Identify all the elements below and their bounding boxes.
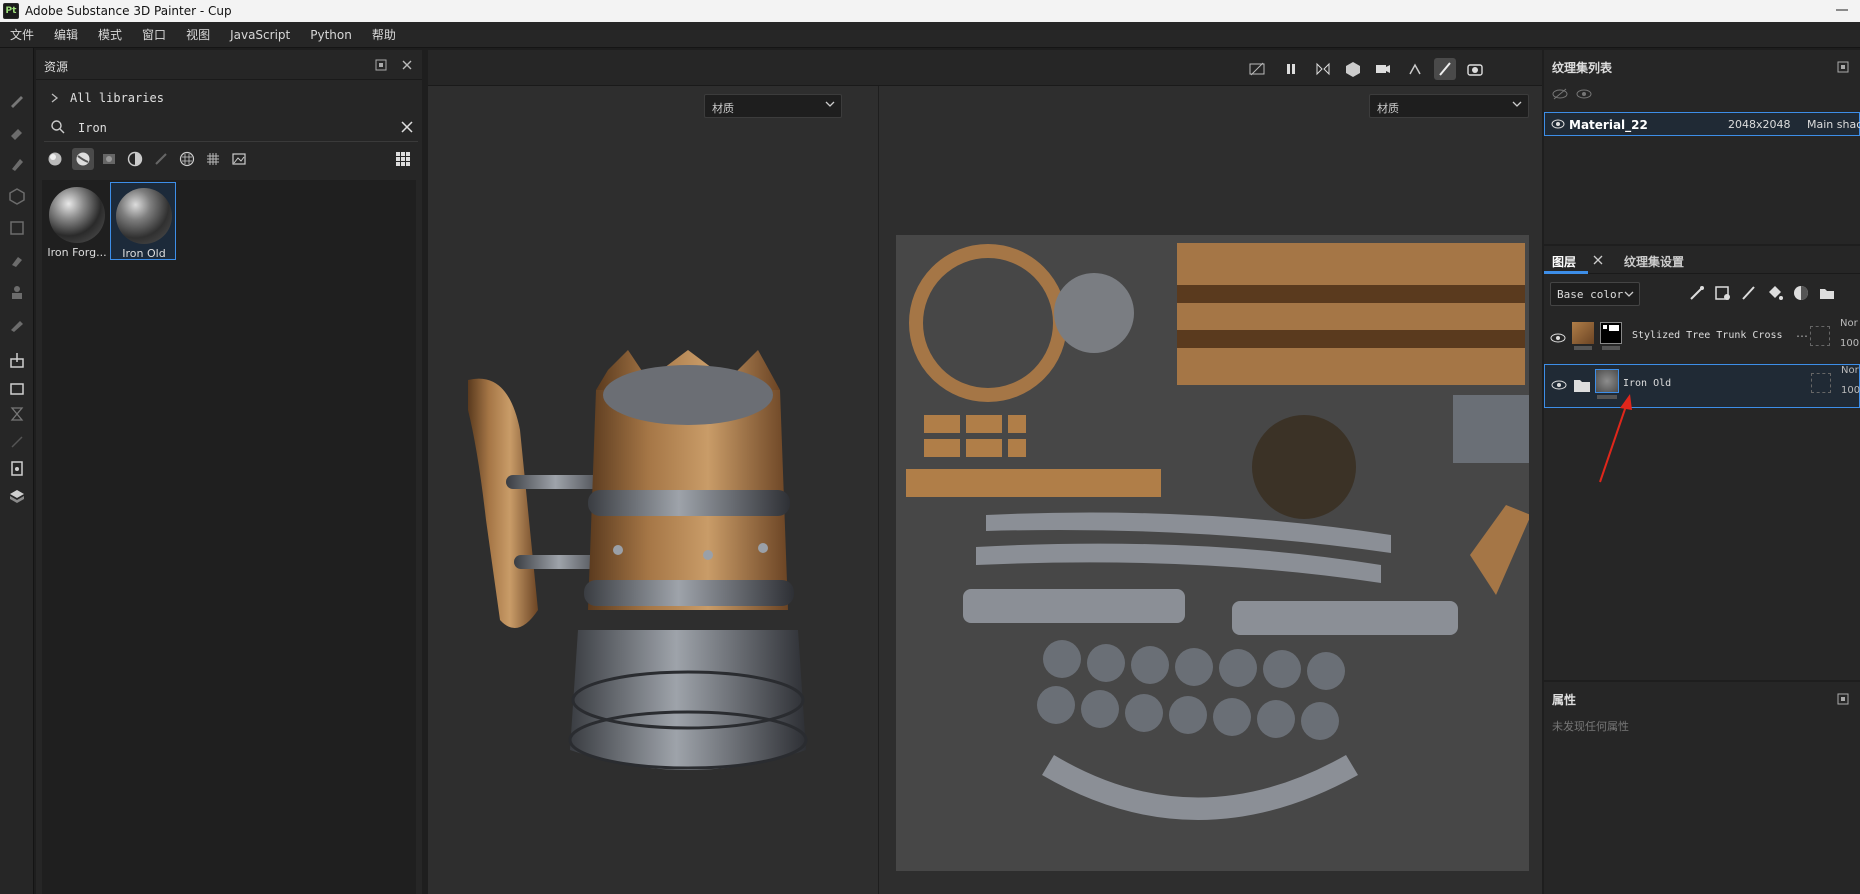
tool-bar <box>0 48 34 894</box>
geometry-fill-icon[interactable] <box>7 186 27 206</box>
menu-mode[interactable]: 模式 <box>88 26 132 43</box>
asset-label: Iron Forg... <box>47 246 107 259</box>
symmetry-icon[interactable] <box>1312 58 1334 80</box>
bake-light-icon[interactable] <box>1404 58 1426 80</box>
title-bar: Pt Adobe Substance 3D Painter - Cup <box>0 0 1860 22</box>
properties-title: 属性 <box>1552 693 1577 707</box>
filter-masks-icon[interactable] <box>98 148 120 170</box>
display-cube-icon[interactable] <box>1342 58 1364 80</box>
menu-javascript[interactable]: JavaScript <box>220 28 300 42</box>
clone-icon[interactable] <box>7 250 27 270</box>
asset-thumbnail <box>49 187 105 243</box>
dropdown-value: 材质 <box>1377 102 1399 115</box>
search-bar <box>44 114 418 142</box>
projection-icon[interactable] <box>7 154 27 174</box>
dropdown-value: 材质 <box>712 102 734 115</box>
uv-texture-map <box>896 235 1535 871</box>
layers-panel: 图层 纹理集设置 Base color Stylized Tree Trunk … <box>1544 246 1860 680</box>
eraser-icon[interactable] <box>7 122 27 142</box>
menu-window[interactable]: 窗口 <box>132 26 176 43</box>
texture-set-name: Material_22 <box>1569 118 1648 132</box>
menu-file[interactable]: 文件 <box>0 26 44 43</box>
cube-icon[interactable] <box>7 486 27 506</box>
close-icon[interactable] <box>400 58 414 75</box>
texture-set-size: 2048x2048 <box>1728 118 1791 131</box>
library-selector[interactable]: All libraries <box>36 82 422 114</box>
menu-bar: 文件 编辑 模式 窗口 视图 JavaScript Python 帮助 <box>0 22 1860 48</box>
filter-environments-icon[interactable] <box>228 148 250 170</box>
grid-view-icon[interactable] <box>392 148 414 170</box>
properties-panel: 属性 未发现任何属性 <box>1544 682 1860 894</box>
smudge-icon[interactable] <box>7 218 27 238</box>
paint-mode-icon[interactable] <box>1434 58 1456 80</box>
minimize-icon[interactable] <box>1832 2 1852 18</box>
search-icon <box>50 119 66 138</box>
asset-item[interactable]: Iron Forg... <box>44 182 110 260</box>
window-title: Adobe Substance 3D Painter - Cup <box>25 4 232 18</box>
chevron-down-icon <box>825 99 835 112</box>
assets-panel: 资源 All libraries Iron Forg... Iron Old <box>36 50 422 894</box>
asset-label: Iron Old <box>122 247 166 260</box>
undock-icon[interactable] <box>1836 692 1850 709</box>
document-icon[interactable] <box>7 458 27 478</box>
pause-icon[interactable] <box>1280 58 1302 80</box>
link-icon[interactable] <box>7 432 27 452</box>
bake-icon[interactable] <box>7 378 27 398</box>
asset-item-selected[interactable]: Iron Old <box>110 182 176 260</box>
library-label: All libraries <box>70 91 164 105</box>
filter-brushes-icon[interactable] <box>150 148 172 170</box>
annotation-arrow <box>1599 394 1632 483</box>
export-icon[interactable] <box>7 350 27 370</box>
properties-empty-text: 未发现任何属性 <box>1552 720 1629 733</box>
assets-title: 资源 <box>44 60 69 74</box>
menu-edit[interactable]: 编辑 <box>44 26 88 43</box>
menu-python[interactable]: Python <box>300 28 362 42</box>
filter-smart-materials-icon[interactable] <box>72 148 94 170</box>
menu-view[interactable]: 视图 <box>176 26 220 43</box>
screenshot-icon[interactable] <box>1464 58 1486 80</box>
asset-thumbnail <box>116 188 172 244</box>
asset-filter-bar <box>44 144 418 174</box>
eye-icon[interactable] <box>1552 88 1568 103</box>
uv-islands <box>906 243 1535 820</box>
timer-icon[interactable] <box>7 404 27 424</box>
3d-cup-model <box>468 350 808 770</box>
visibility-icon[interactable] <box>1551 118 1565 133</box>
eye-icon[interactable] <box>1576 88 1592 103</box>
paint-brush-icon[interactable] <box>7 90 27 110</box>
filter-generators-icon[interactable] <box>124 148 146 170</box>
polygon-fill-icon[interactable] <box>7 314 27 334</box>
assets-header: 资源 <box>36 50 422 80</box>
viewport-toolbar <box>428 50 1542 86</box>
viewport-3d[interactable]: 材质 <box>428 50 878 894</box>
texture-set-shader: Main shac <box>1807 118 1860 131</box>
material-picker-icon[interactable] <box>7 282 27 302</box>
viewport-2d-channel-dropdown[interactable]: 材质 <box>1369 94 1529 118</box>
asset-grid <box>42 180 416 894</box>
filter-alphas-icon[interactable] <box>202 148 224 170</box>
chevron-down-icon <box>1512 99 1522 112</box>
app-logo: Pt <box>3 3 19 19</box>
viewport-3d-channel-dropdown[interactable]: 材质 <box>704 94 842 118</box>
texture-set-row[interactable]: Material_22 2048x2048 Main shac <box>1544 112 1860 136</box>
chevron-right-icon <box>50 92 60 107</box>
undock-icon[interactable] <box>374 58 388 75</box>
filter-materials-icon[interactable] <box>44 148 66 170</box>
texture-set-panel: 纹理集列表 Material_22 2048x2048 Main shac <box>1544 50 1860 244</box>
search-input[interactable] <box>78 118 378 138</box>
clear-search-icon[interactable] <box>400 120 414 137</box>
undock-icon[interactable] <box>1836 60 1850 77</box>
viewport-2d[interactable]: 材质 <box>879 50 1542 894</box>
texture-set-title: 纹理集列表 <box>1552 61 1613 75</box>
filter-textures-icon[interactable] <box>176 148 198 170</box>
hide-icon[interactable] <box>1246 58 1268 80</box>
menu-help[interactable]: 帮助 <box>362 26 406 43</box>
camera-icon[interactable] <box>1372 58 1394 80</box>
